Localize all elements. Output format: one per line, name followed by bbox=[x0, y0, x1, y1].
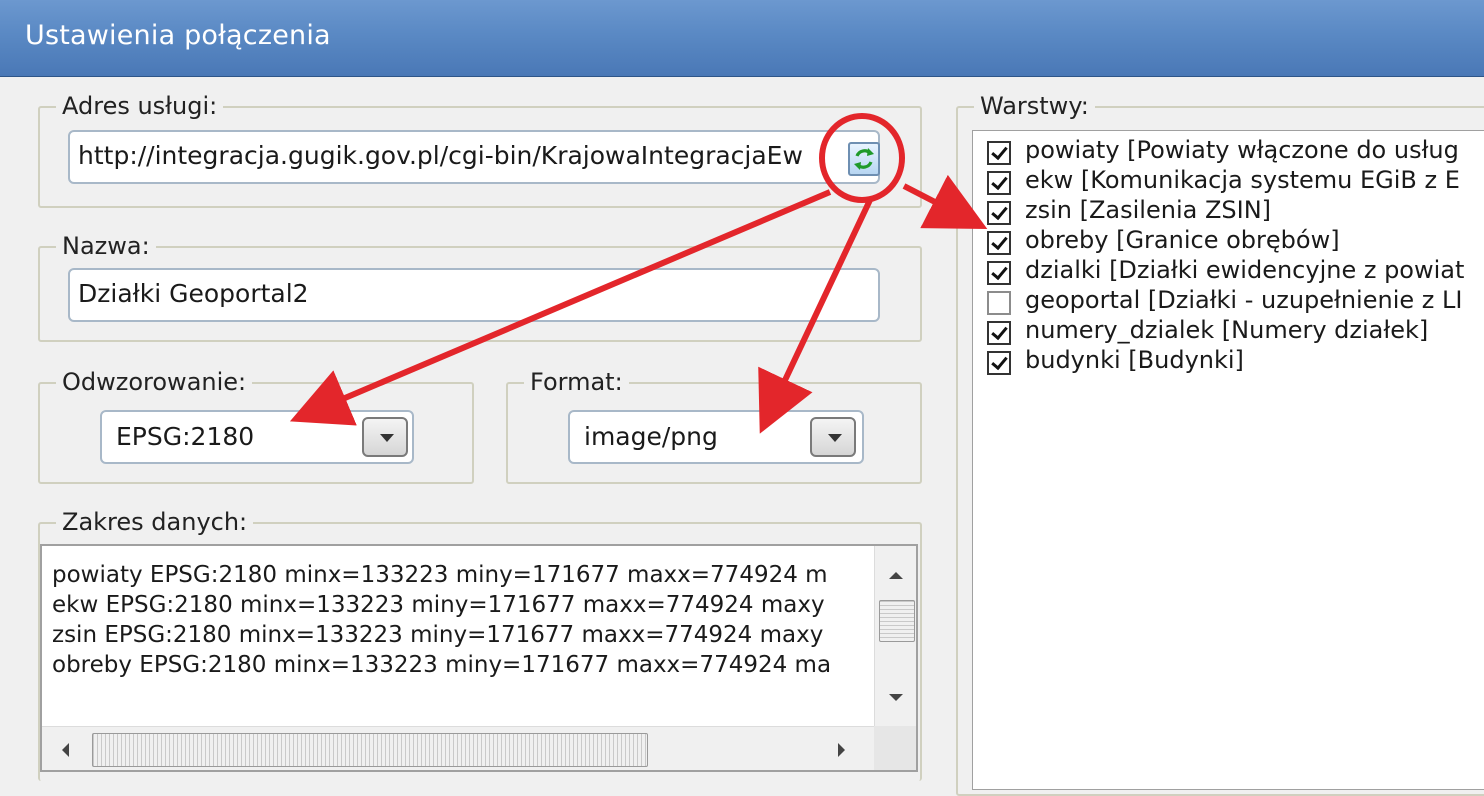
layer-label: geoportal [Działki - uzupełnienie z LI bbox=[1025, 286, 1463, 314]
layers-list: powiaty [Powiaty włączone do usług ekw [… bbox=[972, 130, 1484, 790]
extent-horizontal-scrollbar[interactable] bbox=[42, 726, 874, 770]
name-label: Nazwa: bbox=[56, 232, 156, 260]
layers-label: Warstwy: bbox=[974, 92, 1095, 120]
extent-vertical-scrollbar[interactable] bbox=[874, 546, 916, 726]
layer-checkbox[interactable] bbox=[987, 351, 1011, 375]
refresh-icon bbox=[854, 148, 874, 170]
projection-label: Odwzorowanie: bbox=[56, 368, 253, 396]
layer-checkbox[interactable] bbox=[987, 321, 1011, 345]
layer-label: obreby [Granice obrębów] bbox=[1025, 226, 1340, 254]
layer-label: budynki [Budynki] bbox=[1025, 346, 1244, 374]
service-address-label: Adres usługi: bbox=[56, 92, 224, 120]
layer-label: zsin [Zasilenia ZSIN] bbox=[1025, 196, 1272, 224]
scroll-up-arrow-icon[interactable] bbox=[889, 572, 903, 579]
format-label: Format: bbox=[524, 368, 629, 396]
projection-dropdown-button[interactable] bbox=[362, 417, 408, 457]
extent-label: Zakres danych: bbox=[56, 508, 254, 536]
vertical-scroll-thumb[interactable] bbox=[879, 600, 915, 642]
format-dropdown-button[interactable] bbox=[810, 417, 856, 457]
layer-label: powiaty [Powiaty włączone do usług bbox=[1025, 136, 1459, 164]
horizontal-scroll-thumb[interactable] bbox=[92, 733, 648, 767]
name-input[interactable]: Działki Geoportal2 bbox=[68, 268, 880, 322]
layer-label: ekw [Komunikacja systemu EGiB z E bbox=[1025, 166, 1460, 194]
format-selected-value: image/png bbox=[584, 422, 718, 451]
title-bar: Ustawienia połączenia bbox=[0, 0, 1484, 77]
name-value: Działki Geoportal2 bbox=[78, 279, 309, 308]
layer-label: numery_dzialek [Numery działek] bbox=[1025, 316, 1429, 344]
layer-checkbox[interactable] bbox=[987, 171, 1011, 195]
refresh-button[interactable] bbox=[848, 142, 880, 176]
scroll-left-arrow-icon[interactable] bbox=[62, 743, 69, 757]
layer-checkbox[interactable] bbox=[987, 141, 1011, 165]
layer-label: dzialki [Działki ewidencyjne z powiat bbox=[1025, 256, 1465, 284]
scroll-down-arrow-icon[interactable] bbox=[889, 694, 903, 701]
layer-checkbox[interactable] bbox=[987, 261, 1011, 285]
extent-line: powiaty EPSG:2180 minx=133223 miny=17167… bbox=[52, 562, 828, 588]
extent-line: obreby EPSG:2180 minx=133223 miny=171677… bbox=[52, 652, 832, 678]
extent-line: ekw EPSG:2180 minx=133223 miny=171677 ma… bbox=[52, 592, 825, 618]
connection-settings-window: Ustawienia połączenia Adres usługi: http… bbox=[0, 0, 1484, 796]
service-address-value: http://integracja.gugik.gov.pl/cgi-bin/K… bbox=[78, 141, 803, 170]
layer-checkbox[interactable] bbox=[987, 231, 1011, 255]
window-title: Ustawienia połączenia bbox=[25, 20, 331, 51]
scroll-right-arrow-icon[interactable] bbox=[838, 743, 845, 757]
service-address-input[interactable]: http://integracja.gugik.gov.pl/cgi-bin/K… bbox=[68, 130, 880, 184]
layer-checkbox[interactable] bbox=[987, 291, 1011, 315]
extent-textarea[interactable]: powiaty EPSG:2180 minx=133223 miny=17167… bbox=[40, 544, 918, 772]
extent-line: zsin EPSG:2180 minx=133223 miny=171677 m… bbox=[52, 622, 824, 648]
projection-selected-value: EPSG:2180 bbox=[116, 422, 255, 451]
layer-checkbox[interactable] bbox=[987, 201, 1011, 225]
scroll-corner bbox=[874, 726, 916, 770]
